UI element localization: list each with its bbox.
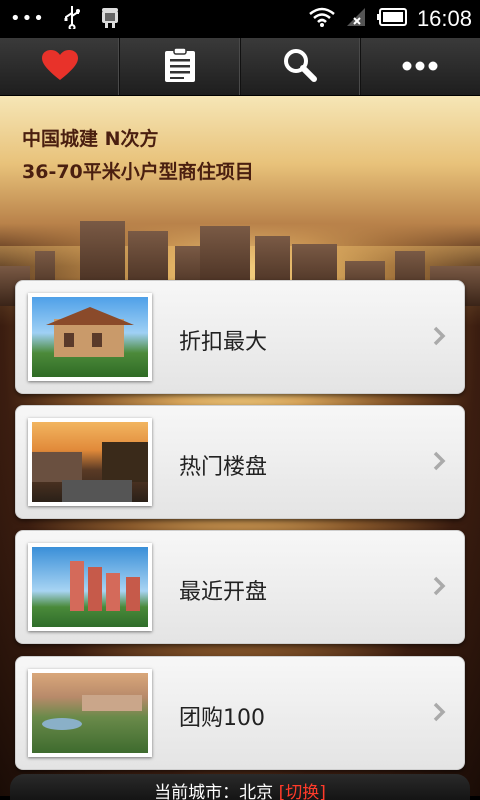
chevron-right-icon xyxy=(432,701,446,727)
wifi-icon xyxy=(309,6,335,32)
list-item-group-buy[interactable]: 团购100 xyxy=(15,656,465,770)
favorites-button[interactable] xyxy=(0,38,121,95)
current-city-label: 当前城市：北京 xyxy=(154,783,274,800)
status-bar: ••• 16:08 xyxy=(0,0,480,38)
notes-button[interactable] xyxy=(120,38,241,95)
golf-resort-photo xyxy=(28,669,152,757)
banner-title: 中国城建 N次方 xyxy=(22,128,159,150)
banner-subtitle: 36-70平米小户型商住项目 xyxy=(22,161,254,183)
search-button[interactable] xyxy=(241,38,361,95)
list-item-label: 折扣最大 xyxy=(179,330,268,355)
more-dots-icon: ••• xyxy=(10,8,45,29)
current-city-bar: 当前城市：北京 [切换] xyxy=(10,774,470,800)
list-item-new-opening[interactable]: 最近开盘 xyxy=(15,530,465,644)
street-sunset-photo xyxy=(28,418,152,506)
more-button[interactable] xyxy=(361,38,480,95)
search-icon xyxy=(283,48,318,86)
switch-city-link[interactable]: [切换] xyxy=(279,783,326,800)
chevron-right-icon xyxy=(432,575,446,601)
signal-icon xyxy=(345,6,367,32)
clipboard-icon xyxy=(164,46,196,87)
list-item-label: 热门楼盘 xyxy=(179,455,268,480)
apartment-towers-photo xyxy=(28,543,152,631)
list-item-label: 最近开盘 xyxy=(179,580,268,605)
battery-icon xyxy=(376,8,407,30)
top-toolbar xyxy=(0,38,480,96)
list-item-hot[interactable]: 热门楼盘 xyxy=(15,405,465,519)
villa-photo xyxy=(28,293,152,381)
list-item-label: 团购100 xyxy=(179,706,265,731)
android-debug-icon xyxy=(99,4,121,34)
chevron-right-icon xyxy=(432,325,446,351)
usb-icon xyxy=(63,5,81,33)
list-item-discount[interactable]: 折扣最大 xyxy=(15,280,465,394)
more-icon xyxy=(402,57,438,76)
chevron-right-icon xyxy=(432,450,446,476)
clock: 16:08 xyxy=(416,6,472,31)
heart-icon xyxy=(41,49,79,85)
